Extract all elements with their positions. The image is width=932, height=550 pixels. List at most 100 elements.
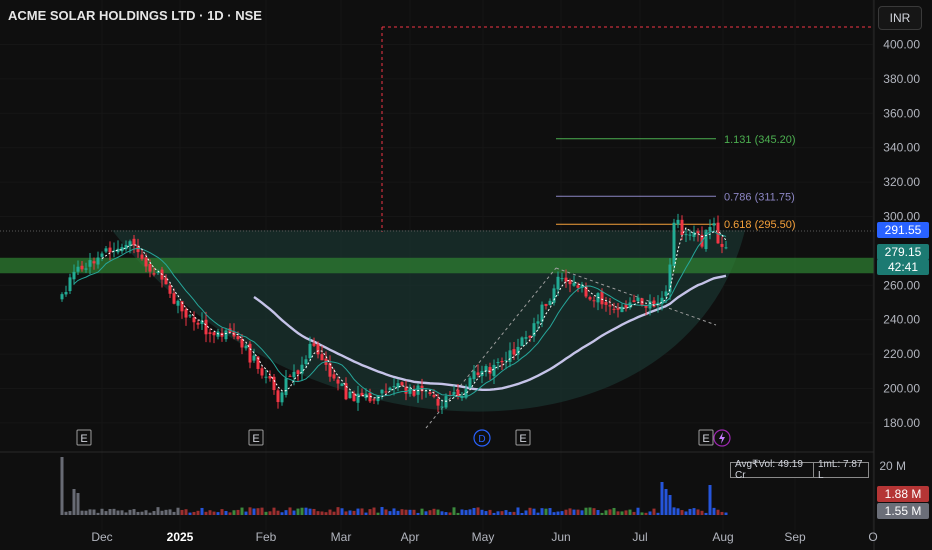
volume-bar bbox=[516, 507, 520, 515]
volume-bar bbox=[620, 511, 624, 515]
volume-bar bbox=[612, 507, 616, 515]
candle-body bbox=[284, 378, 288, 395]
time-tick-label: Jul bbox=[632, 530, 647, 544]
time-tick-label: O bbox=[868, 530, 877, 544]
volume-bar bbox=[708, 485, 712, 515]
volume-bar bbox=[644, 512, 648, 515]
volume-bar bbox=[324, 512, 328, 515]
candle-body bbox=[444, 396, 448, 408]
candle-body bbox=[268, 375, 272, 379]
volume-bar bbox=[72, 489, 76, 515]
candle-body bbox=[552, 288, 556, 303]
candle-body bbox=[476, 372, 480, 376]
time-axis[interactable]: Dec 2025 Feb Mar Apr May Jun Jul Aug Sep O bbox=[91, 530, 877, 544]
candle-body bbox=[628, 302, 632, 308]
volume-bar bbox=[488, 509, 492, 515]
volume-bar bbox=[152, 511, 156, 515]
countdown-badge: 42:41 bbox=[877, 259, 929, 275]
volume-bar bbox=[232, 510, 236, 515]
volume-bar bbox=[660, 482, 664, 515]
candle-body bbox=[296, 370, 300, 375]
candle-body bbox=[88, 260, 92, 267]
candle-body bbox=[536, 321, 540, 324]
volume-bar bbox=[400, 509, 404, 515]
candle-body bbox=[108, 247, 112, 253]
volume-bar bbox=[420, 508, 424, 515]
currency-button[interactable]: INR bbox=[878, 6, 922, 30]
volume-bar bbox=[452, 507, 456, 515]
symbol-title[interactable]: ACME SOLAR HOLDINGS LTD · 1D · NSE bbox=[8, 8, 262, 23]
volume-bar bbox=[336, 507, 340, 515]
candle-body bbox=[336, 379, 340, 384]
candle-body bbox=[388, 387, 392, 391]
candle-body bbox=[80, 265, 84, 270]
candle-body bbox=[668, 264, 672, 293]
volume-bar bbox=[76, 493, 80, 515]
candle-body bbox=[524, 337, 528, 339]
event-markers[interactable]: E E E ED bbox=[76, 429, 731, 447]
volume-bar bbox=[372, 507, 376, 515]
price-tick-label: 360.00 bbox=[883, 106, 920, 120]
candle-body bbox=[664, 291, 668, 297]
volume-bar bbox=[704, 512, 708, 515]
volume-bar bbox=[448, 512, 452, 515]
volume-bar bbox=[364, 512, 368, 515]
candle-body bbox=[692, 232, 696, 237]
candle-body bbox=[340, 383, 344, 386]
volume-bar bbox=[96, 512, 100, 515]
volume-bar bbox=[204, 511, 208, 515]
volume-bar bbox=[664, 489, 668, 515]
time-tick-label: Mar bbox=[331, 530, 352, 544]
candle-body bbox=[712, 223, 716, 226]
volume-bar bbox=[472, 507, 476, 515]
candle-body bbox=[392, 386, 396, 388]
candle-body bbox=[100, 253, 104, 257]
candle-body bbox=[496, 362, 500, 364]
candle-body bbox=[696, 231, 700, 234]
volume-bar bbox=[300, 507, 304, 515]
volume-bar bbox=[320, 511, 324, 515]
candle-body bbox=[616, 308, 620, 310]
candle-body bbox=[188, 315, 192, 317]
candle-body bbox=[724, 247, 728, 249]
volume-bar bbox=[468, 509, 472, 515]
candle-body bbox=[688, 234, 692, 236]
candle-body bbox=[452, 392, 456, 395]
volume-bar bbox=[428, 510, 432, 515]
dividend-marker-label: D bbox=[478, 434, 485, 445]
volume-bar bbox=[256, 508, 260, 515]
candle-body bbox=[68, 277, 72, 292]
candle-body bbox=[172, 293, 176, 304]
volume-bar bbox=[688, 508, 692, 515]
volume-bar bbox=[132, 509, 136, 515]
volume-bar bbox=[424, 511, 428, 515]
candle-body bbox=[604, 302, 608, 305]
volume-bar bbox=[260, 507, 264, 515]
time-tick-label: 2025 bbox=[167, 530, 194, 544]
candle-body bbox=[184, 309, 188, 318]
volume-bar bbox=[552, 512, 556, 515]
candle-body bbox=[620, 306, 624, 313]
volume-bar bbox=[724, 512, 728, 515]
price-tick-label: 400.00 bbox=[883, 38, 920, 52]
candle-body bbox=[684, 234, 688, 236]
candle-body bbox=[472, 371, 476, 380]
candle-body bbox=[92, 261, 96, 264]
fib-level-label: 0.618 (295.50) bbox=[724, 219, 796, 231]
earnings-marker-label: E bbox=[519, 433, 526, 445]
volume-bar bbox=[532, 508, 536, 515]
candle-body bbox=[264, 376, 268, 378]
volume-bar bbox=[264, 511, 268, 515]
candle-body bbox=[428, 392, 432, 394]
volume-bar bbox=[464, 510, 468, 515]
price-tick-label: 200.00 bbox=[883, 382, 920, 396]
candle-body bbox=[576, 285, 580, 288]
candle-body bbox=[588, 297, 592, 300]
volume-bar bbox=[308, 508, 312, 515]
candle-body bbox=[152, 273, 156, 275]
candle-body bbox=[292, 371, 296, 378]
volume-bar bbox=[128, 509, 132, 515]
candle-body bbox=[404, 386, 408, 394]
volume-bar bbox=[592, 508, 596, 515]
volume-bar bbox=[404, 509, 408, 515]
